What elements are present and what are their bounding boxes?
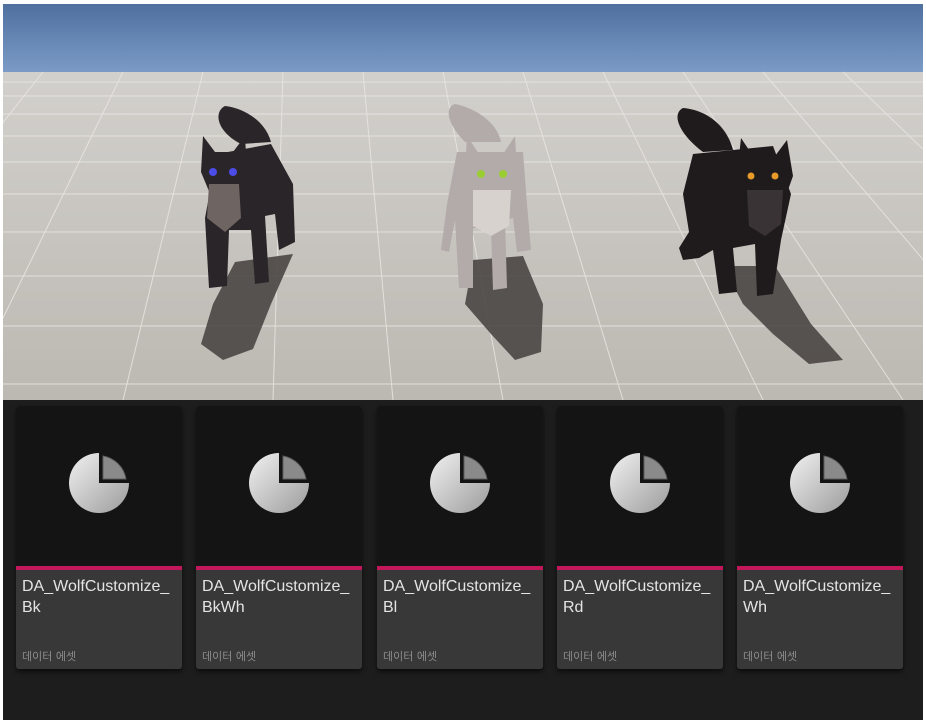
asset-type-label: 데이터 에셋 xyxy=(563,650,618,663)
asset-tile[interactable]: DA_WolfCustomize_Bl 데이터 에셋 xyxy=(377,406,543,669)
wolf-eye-right xyxy=(229,168,237,176)
asset-name: DA_WolfCustomize_Wh xyxy=(743,578,891,616)
sky xyxy=(3,4,923,72)
asset-tile[interactable]: DA_WolfCustomize_Wh 데이터 에셋 xyxy=(737,406,903,669)
asset-type-color-strip xyxy=(557,566,723,570)
asset-thumbnail xyxy=(16,406,182,566)
content-browser-asset-grid: DA_WolfCustomize_Bk 데이터 에셋 DA_WolfCustom… xyxy=(3,400,923,720)
asset-thumbnail xyxy=(196,406,362,566)
asset-thumbnail xyxy=(377,406,543,566)
asset-type-label: 데이터 에셋 xyxy=(383,650,438,663)
wolf-eye-left xyxy=(477,170,485,178)
asset-name: DA_WolfCustomize_Rd xyxy=(563,578,711,616)
asset-tile[interactable]: DA_WolfCustomize_Rd 데이터 에셋 xyxy=(557,406,723,669)
asset-tile[interactable]: DA_WolfCustomize_Bk 데이터 에셋 xyxy=(16,406,182,669)
asset-type-color-strip xyxy=(16,566,182,570)
data-asset-pie-icon xyxy=(790,453,850,513)
asset-name: DA_WolfCustomize_Bl xyxy=(383,578,531,616)
asset-tile[interactable]: DA_WolfCustomize_BkWh 데이터 에셋 xyxy=(196,406,362,669)
wolf-eye-right xyxy=(771,172,779,180)
asset-name: DA_WolfCustomize_Bk xyxy=(22,578,170,616)
wolf-eye-left xyxy=(209,168,217,176)
viewport-scene xyxy=(3,4,923,400)
asset-type-label: 데이터 에셋 xyxy=(22,650,77,663)
data-asset-pie-icon xyxy=(69,453,129,513)
data-asset-pie-icon xyxy=(249,453,309,513)
asset-thumbnail xyxy=(737,406,903,566)
asset-type-color-strip xyxy=(196,566,362,570)
asset-type-color-strip xyxy=(377,566,543,570)
wolf-eye-left xyxy=(747,172,755,180)
wolf-eye-right xyxy=(499,170,507,178)
editor-window: DA_WolfCustomize_Bk 데이터 에셋 DA_WolfCustom… xyxy=(3,4,923,720)
asset-type-color-strip xyxy=(737,566,903,570)
data-asset-pie-icon xyxy=(610,453,670,513)
asset-type-label: 데이터 에셋 xyxy=(743,650,798,663)
asset-name: DA_WolfCustomize_BkWh xyxy=(202,578,350,616)
asset-type-label: 데이터 에셋 xyxy=(202,650,257,663)
asset-thumbnail xyxy=(557,406,723,566)
level-viewport[interactable] xyxy=(3,4,923,400)
data-asset-pie-icon xyxy=(430,453,490,513)
